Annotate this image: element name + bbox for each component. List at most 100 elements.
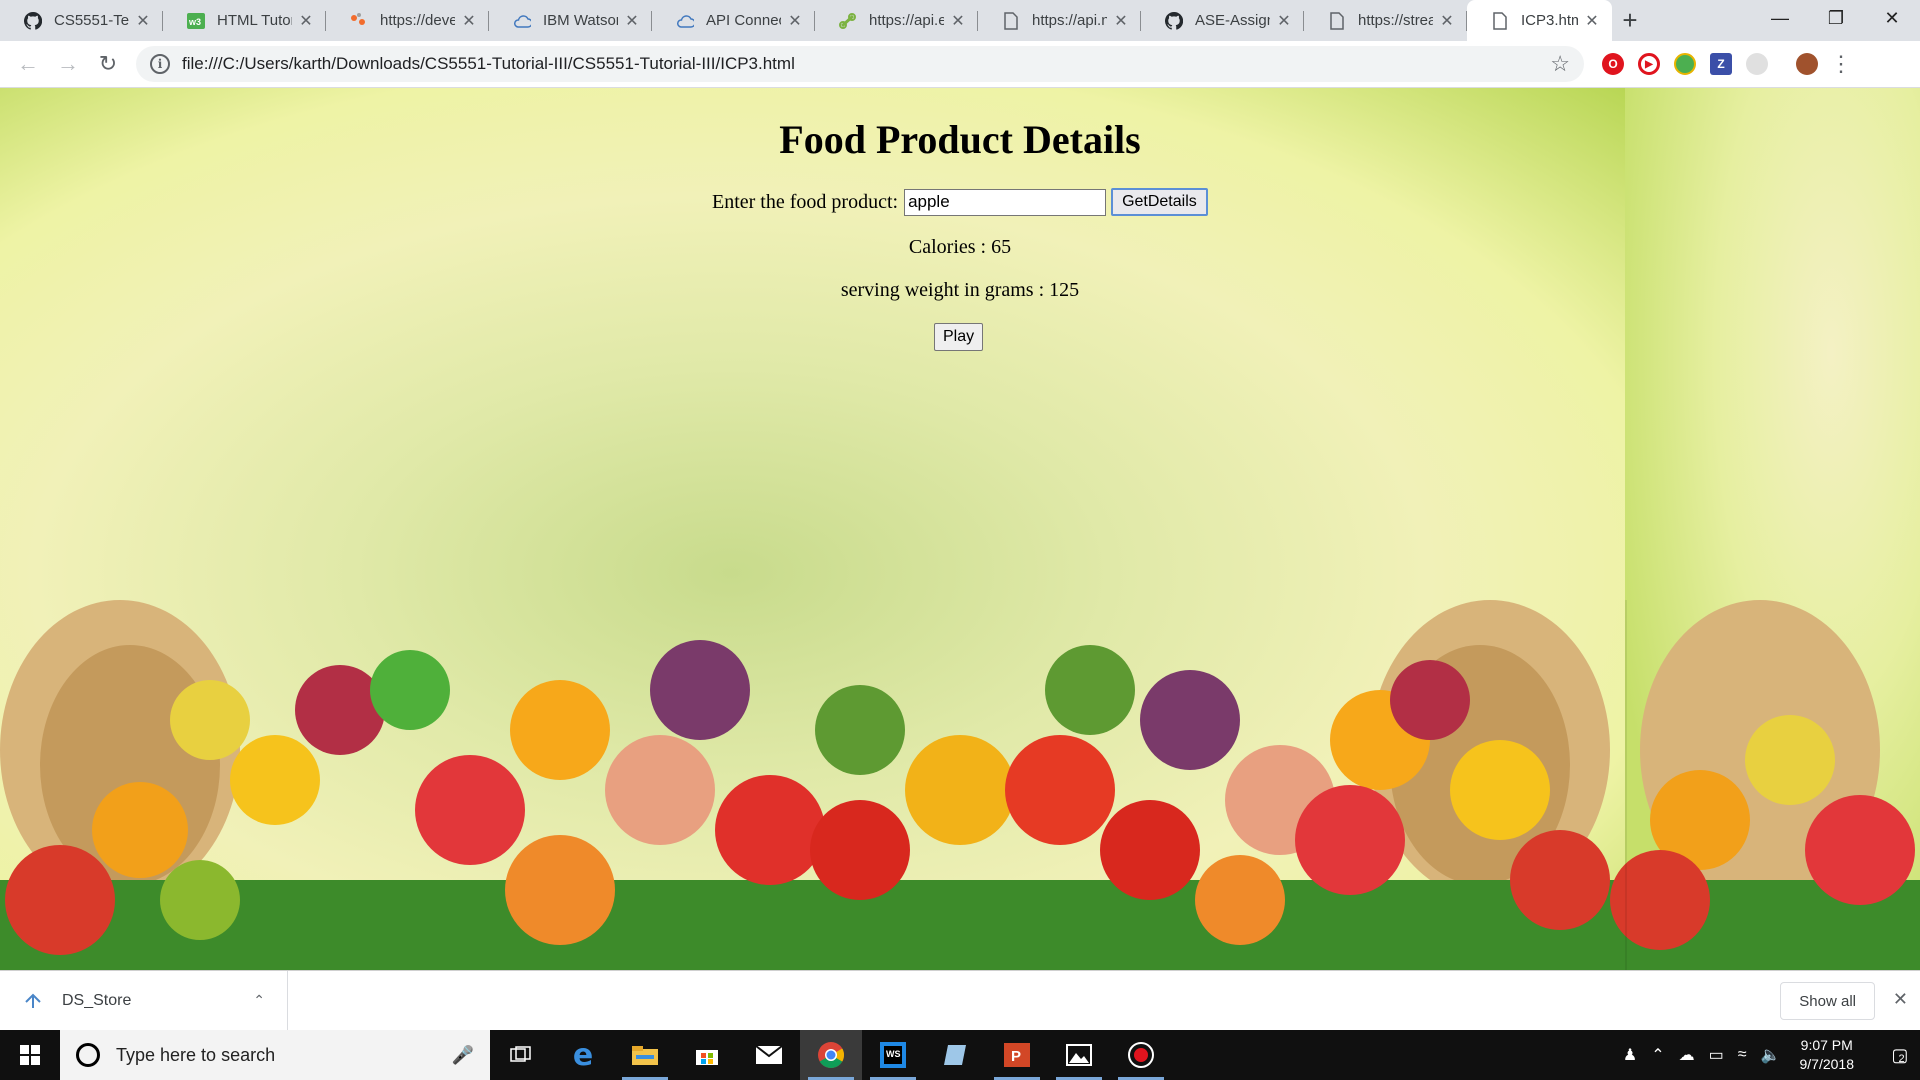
- photos-app[interactable]: [1048, 1030, 1110, 1080]
- clock[interactable]: 9:07 PM 9/7/2018: [1800, 1036, 1855, 1074]
- record-icon: [1128, 1042, 1154, 1068]
- people-icon[interactable]: ♟: [1623, 1045, 1637, 1065]
- tab-https-api-n[interactable]: https://api.n ✕: [978, 0, 1141, 41]
- close-icon[interactable]: ✕: [624, 11, 640, 31]
- back-button[interactable]: ←: [8, 44, 48, 84]
- close-icon[interactable]: ✕: [1893, 989, 1908, 1010]
- page-icon: [1002, 11, 1020, 30]
- forward-button[interactable]: →: [48, 44, 88, 84]
- profile-avatar[interactable]: [1796, 53, 1818, 75]
- onedrive-icon[interactable]: ☁: [1679, 1045, 1695, 1065]
- close-icon[interactable]: ✕: [1113, 11, 1129, 31]
- close-icon[interactable]: ✕: [950, 11, 966, 31]
- minimize-button[interactable]: —: [1752, 0, 1808, 36]
- webstorm-icon: WS: [880, 1042, 906, 1068]
- clock-time: 9:07 PM: [1800, 1037, 1853, 1053]
- tab-title: HTML Tutori: [217, 12, 292, 29]
- w3schools-icon: w3: [187, 12, 205, 30]
- page-icon: [1491, 11, 1509, 30]
- tab-icp3-html[interactable]: ICP3.html ✕: [1467, 0, 1612, 41]
- tab-title: ASE-Assignm: [1195, 12, 1270, 29]
- notification-count: 2: [1898, 1053, 1905, 1065]
- tab-cs5551-team[interactable]: CS5551-Team ✕: [0, 0, 163, 41]
- cloud-icon: [513, 12, 531, 30]
- show-all-button[interactable]: Show all: [1780, 982, 1875, 1020]
- arrow-right-icon: →: [57, 51, 79, 76]
- maximize-button[interactable]: ❐: [1808, 0, 1864, 36]
- zotero-extension-icon[interactable]: Z: [1710, 53, 1732, 75]
- store-app[interactable]: [676, 1030, 738, 1080]
- address-bar[interactable]: i file:///C:/Users/karth/Downloads/CS555…: [136, 46, 1584, 82]
- volume-icon[interactable]: 🔈: [1761, 1045, 1781, 1065]
- url-text[interactable]: file:///C:/Users/karth/Downloads/CS5551-…: [182, 54, 1550, 74]
- close-icon[interactable]: ✕: [461, 11, 477, 31]
- menu-icon[interactable]: ⋮: [1830, 51, 1852, 77]
- download-file-name: DS_Store: [62, 991, 132, 1009]
- github-icon: [1165, 11, 1183, 30]
- window-controls: — ❐ ✕: [1752, 0, 1920, 36]
- close-icon[interactable]: ✕: [1439, 11, 1455, 31]
- action-center-button[interactable]: ▢ 2: [1876, 1030, 1920, 1080]
- tab-https-api-e[interactable]: https://api.e ✕: [815, 0, 978, 41]
- reload-icon: ↻: [98, 51, 118, 76]
- tab-title: https://api.e: [869, 12, 944, 29]
- cloud-icon: [676, 12, 694, 30]
- chrome-app[interactable]: [800, 1030, 862, 1080]
- food-product-input[interactable]: [904, 188, 1107, 216]
- mail-app[interactable]: [738, 1030, 800, 1080]
- windows-taskbar: Type here to search 🎤 e WS P ♟ ⌃ ☁ ▭ ≈ 🔈…: [0, 1030, 1920, 1080]
- reload-button[interactable]: ↻: [88, 44, 128, 84]
- recorder-app[interactable]: [1110, 1030, 1172, 1080]
- page-viewport: Food Product Details Enter the food prod…: [0, 88, 1920, 970]
- powerpoint-app[interactable]: P: [986, 1030, 1048, 1080]
- green-extension-icon[interactable]: [1674, 53, 1696, 75]
- chevron-up-icon[interactable]: ⌃: [253, 992, 265, 1009]
- close-icon[interactable]: ✕: [1276, 11, 1292, 31]
- download-item[interactable]: DS_Store ⌃: [0, 970, 288, 1031]
- close-icon[interactable]: ✕: [787, 11, 803, 31]
- browser-toolbar: ← → ↻ i file:///C:/Users/karth/Downloads…: [0, 41, 1920, 88]
- bookmark-star-icon[interactable]: ☆: [1550, 51, 1570, 77]
- github-icon: [24, 11, 42, 30]
- gray-extension-icon[interactable]: [1746, 53, 1768, 75]
- tab-api-connect[interactable]: API Connect ✕: [652, 0, 815, 41]
- info-icon[interactable]: i: [150, 54, 170, 74]
- taskbar-search[interactable]: Type here to search 🎤: [60, 1030, 490, 1080]
- tab-title: IBM Watson: [543, 12, 618, 29]
- tab-html-tutorial[interactable]: w3 HTML Tutori ✕: [163, 0, 326, 41]
- opera-extension-icon[interactable]: O: [1602, 53, 1624, 75]
- edge-app[interactable]: e: [552, 1030, 614, 1080]
- new-tab-button[interactable]: +: [1612, 0, 1648, 41]
- tab-ibm-watson[interactable]: IBM Watson ✕: [489, 0, 652, 41]
- file-explorer-app[interactable]: [614, 1030, 676, 1080]
- tab-title: https://devel: [380, 12, 455, 29]
- close-icon[interactable]: ✕: [135, 11, 151, 31]
- close-icon[interactable]: ✕: [1584, 11, 1600, 31]
- tab-strip: CS5551-Team ✕ w3 HTML Tutori ✕ https://d…: [0, 0, 1920, 41]
- chevron-up-icon[interactable]: ⌃: [1651, 1045, 1664, 1065]
- window-close-button[interactable]: ✕: [1864, 0, 1920, 36]
- close-icon[interactable]: ✕: [298, 11, 314, 31]
- svg-text:P: P: [1011, 1048, 1021, 1065]
- dots-icon: [350, 12, 368, 30]
- webstorm-app[interactable]: WS: [862, 1030, 924, 1080]
- tab-https-devel[interactable]: https://devel ✕: [326, 0, 489, 41]
- tab-ase-assignment[interactable]: ASE-Assignm ✕: [1141, 0, 1304, 41]
- play-extension-icon[interactable]: ▶: [1638, 53, 1660, 75]
- task-view-icon: [510, 1046, 531, 1062]
- powerpoint-icon: P: [1004, 1043, 1030, 1067]
- get-details-button[interactable]: GetDetails: [1111, 188, 1208, 216]
- tab-title: https://api.n: [1032, 12, 1107, 29]
- system-tray: ♟ ⌃ ☁ ▭ ≈ 🔈 9:07 PM 9/7/2018 ▢ 2: [1616, 1030, 1920, 1080]
- start-button[interactable]: [0, 1030, 60, 1080]
- tab-https-strea[interactable]: https://strea ✕: [1304, 0, 1467, 41]
- battery-icon[interactable]: ▭: [1709, 1045, 1724, 1065]
- play-button[interactable]: Play: [934, 323, 984, 351]
- store-icon: [696, 1050, 718, 1065]
- arrow-left-icon: ←: [17, 51, 39, 76]
- cortana-icon: [76, 1043, 100, 1067]
- microphone-icon[interactable]: 🎤: [452, 1045, 474, 1066]
- notepad-app[interactable]: [924, 1030, 986, 1080]
- wifi-icon[interactable]: ≈: [1738, 1046, 1747, 1064]
- task-view-button[interactable]: [490, 1030, 552, 1080]
